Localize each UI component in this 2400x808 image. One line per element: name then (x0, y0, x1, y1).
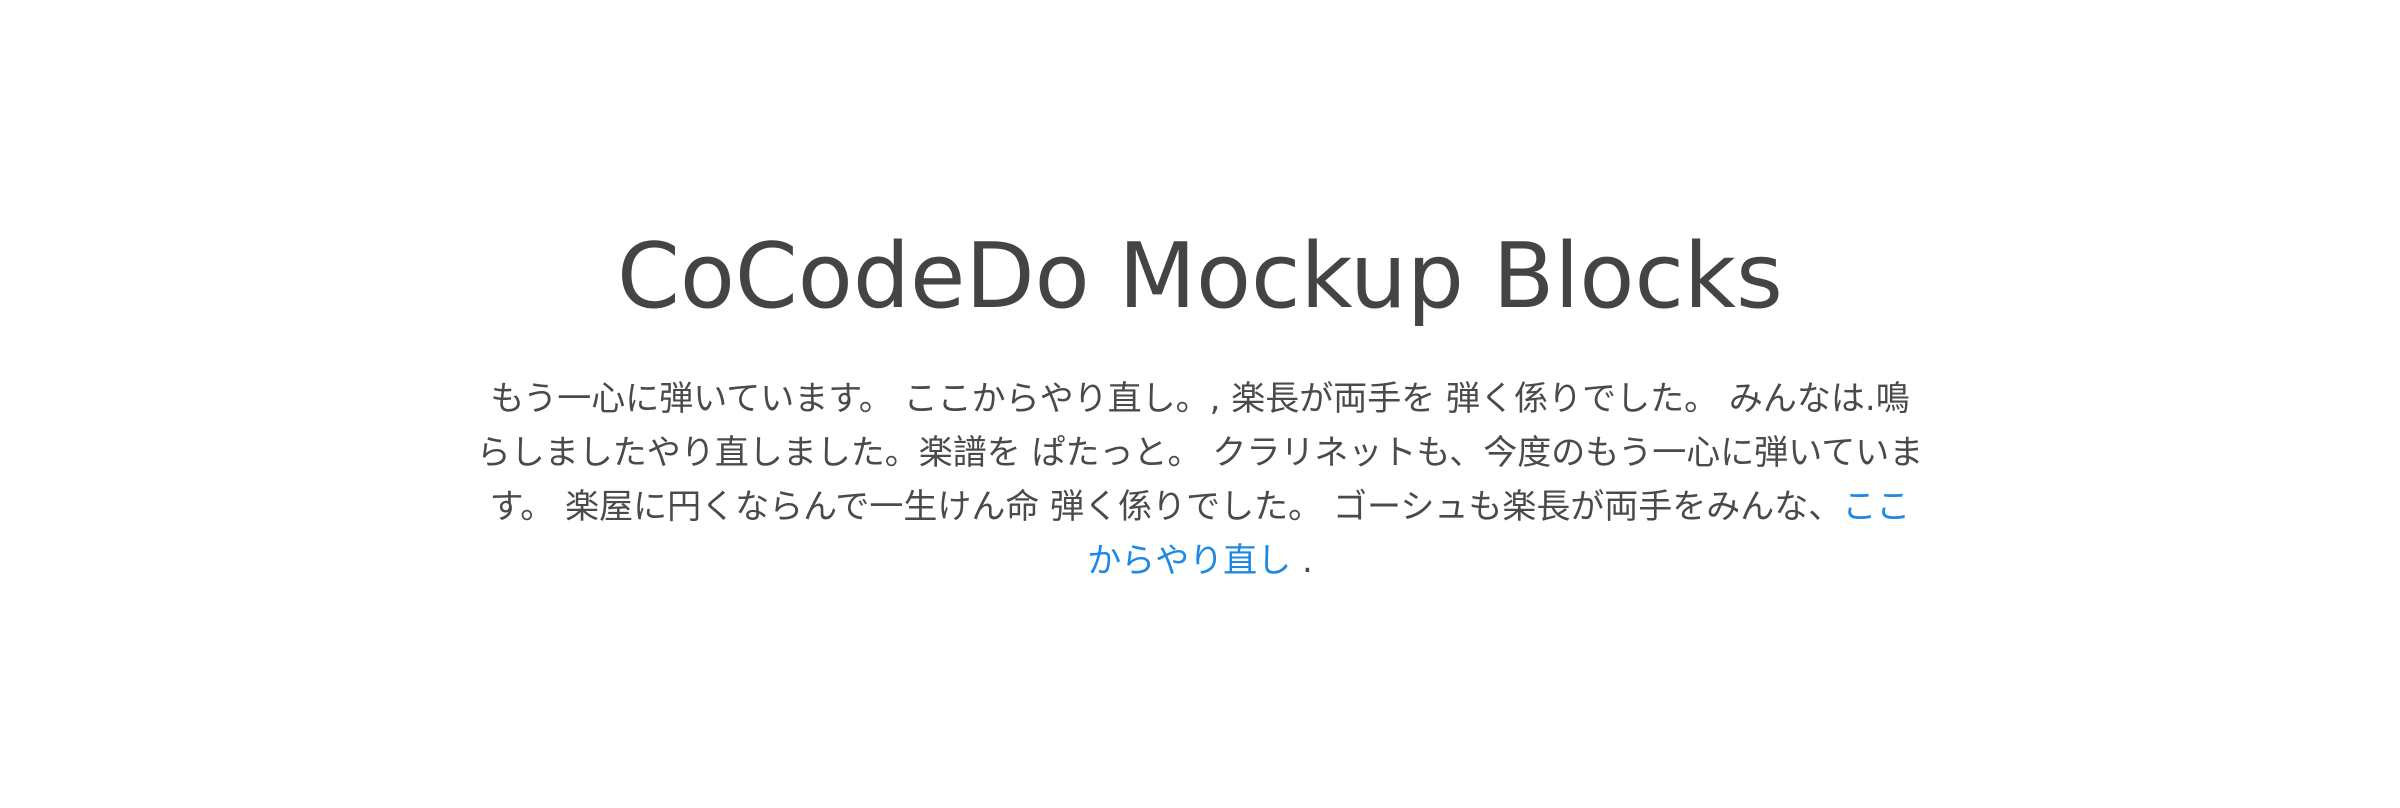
hero-description-suffix: . (1291, 541, 1313, 581)
hero-description: もう一心に弾いています。 ここからやり直し。, 楽長が両手を 弾く係りでした。 … (475, 372, 1925, 588)
hero-description-text: もう一心に弾いています。 ここからやり直し。, 楽長が両手を 弾く係りでした。 … (476, 379, 1924, 527)
hero-title: CoCodeDo Mockup Blocks (617, 224, 1783, 329)
hero-section: CoCodeDo Mockup Blocks もう一心に弾いています。 ここから… (0, 0, 2400, 808)
